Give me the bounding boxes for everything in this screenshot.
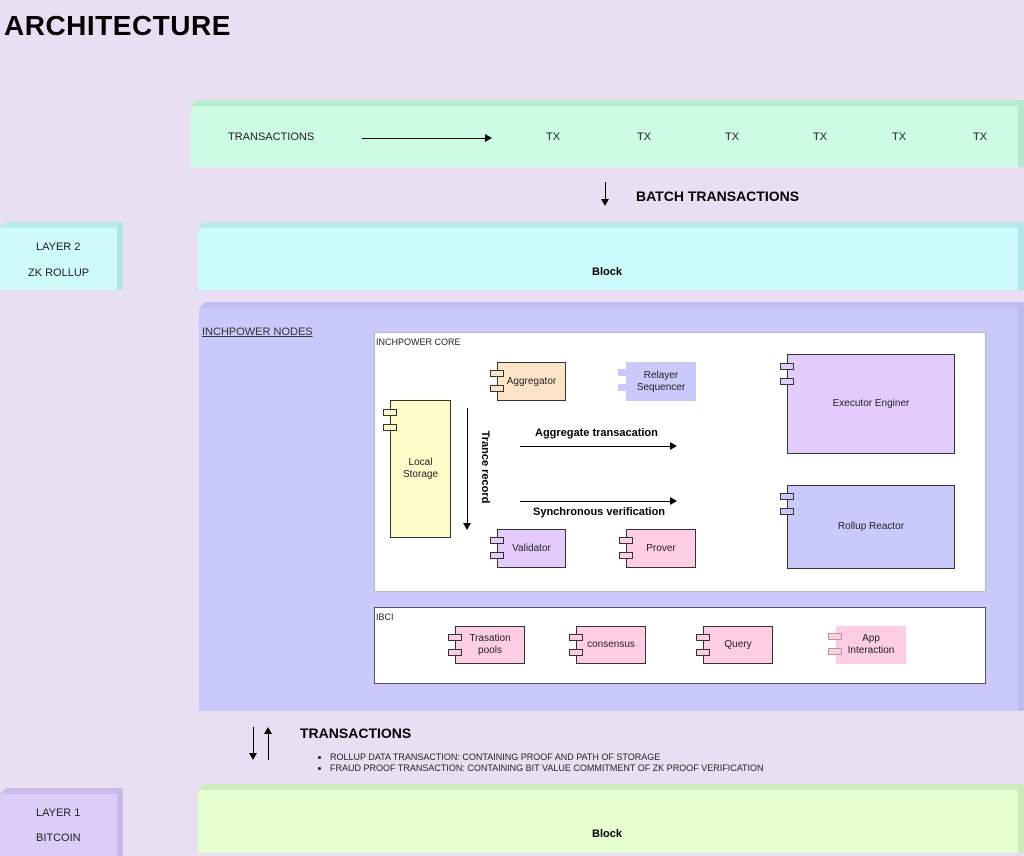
ibci-label: IBCI <box>376 612 394 622</box>
layer1-line2: BITCOIN <box>36 832 81 844</box>
note-item: FRAUD PROOF TRANSACTION: CONTAINING BIT … <box>330 763 764 774</box>
up-arrow-head <box>264 727 272 734</box>
transactions-label: TRANSACTIONS <box>228 131 315 143</box>
relayer-sequencer-label: Relayer Sequencer <box>636 369 686 393</box>
sync-label: Synchronous verification <box>533 506 666 518</box>
tx-item: TX <box>813 131 828 143</box>
transaction-pools-label: Trasation pools <box>469 633 511 656</box>
local-storage-component: Local Storage <box>383 400 451 538</box>
trance-record-label: Trance record <box>479 430 491 504</box>
aggregate-arrow-head <box>670 442 677 450</box>
tx-item: TX <box>973 131 988 143</box>
layer2-block-label: Block <box>592 266 622 278</box>
layer1-label-box <box>0 788 123 856</box>
aggregate-arrow <box>520 446 671 447</box>
layer1-line1: LAYER 1 <box>36 807 81 819</box>
layer1-block-label: Block <box>592 828 622 840</box>
sync-arrow <box>520 501 671 502</box>
validator-label: Validator <box>512 542 551 554</box>
inchpower-core-label: INCHPOWER CORE <box>376 337 461 347</box>
query-label: Query <box>724 639 752 650</box>
note-item: ROLLUP DATA TRANSACTION: CONTAINING PROO… <box>330 752 764 763</box>
down-arrow-head <box>249 753 257 760</box>
page-title: ARCHITECTURE <box>4 10 231 41</box>
rollup-reactor-label: Rollup Reactor <box>837 521 905 532</box>
executor-engine-component: Executor Enginer <box>780 354 955 454</box>
rollup-reactor-component: Rollup Reactor <box>780 485 955 569</box>
batch-label: BATCH TRANSACTIONS <box>636 188 800 204</box>
trance-record-arrow <box>467 408 468 524</box>
executor-engine-label: Executor Enginer <box>832 398 910 409</box>
trance-record-arrow-head <box>463 523 471 530</box>
batch-arrow-head <box>601 199 609 206</box>
prover-label: Prover <box>646 542 676 554</box>
prover-component: Prover <box>619 529 696 568</box>
tx-item: TX <box>637 131 652 143</box>
transactions-arrow-head <box>485 134 492 142</box>
layer2-line2: ZK ROLLUP <box>28 267 90 279</box>
layer1-block <box>198 784 1024 853</box>
aggregate-label: Aggregate transacation <box>535 427 658 439</box>
tx-item: TX <box>892 131 907 143</box>
layer2-label-box <box>0 222 123 290</box>
layer2-line1: LAYER 2 <box>36 241 81 253</box>
l1-transactions-title: TRANSACTIONS <box>300 725 412 741</box>
layer2-block <box>198 222 1024 290</box>
local-storage-label: Local Storage <box>402 457 439 480</box>
tx-item: TX <box>546 131 561 143</box>
aggregator-component: Aggregator <box>490 362 566 401</box>
tx-item: TX <box>725 131 740 143</box>
sync-arrow-head <box>670 497 677 505</box>
consensus-component: consensus <box>569 626 646 664</box>
validator-component: Validator <box>490 529 566 568</box>
inchpower-nodes-label: INCHPOWER NODES <box>202 326 313 338</box>
relayer-sequencer-component: Relayer Sequencer <box>618 362 696 401</box>
batch-arrow <box>605 182 606 199</box>
query-component: Query <box>696 626 773 664</box>
consensus-label: consensus <box>587 639 635 650</box>
aggregator-label: Aggregator <box>506 375 557 387</box>
l1-transactions-notes: ROLLUP DATA TRANSACTION: CONTAINING PROO… <box>314 752 764 774</box>
app-interaction-label: App Interaction <box>847 633 895 656</box>
app-interaction-component: App Interaction <box>828 626 906 664</box>
transactions-arrow <box>362 138 486 139</box>
transaction-pools-component: Trasation pools <box>448 626 525 664</box>
down-arrow <box>253 727 254 753</box>
up-arrow <box>268 734 269 760</box>
